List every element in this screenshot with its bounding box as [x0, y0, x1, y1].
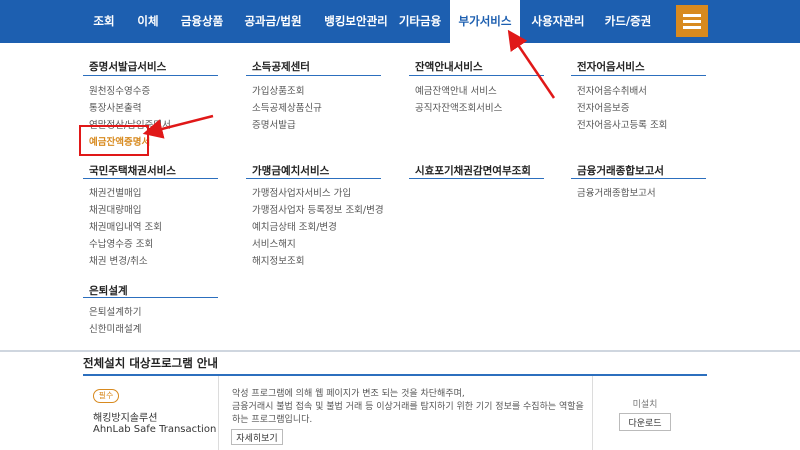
- menu-item-service-cancel[interactable]: 서비스해지: [252, 236, 296, 250]
- menu-heading-franchise-deposit: 가맹금예치서비스: [252, 165, 330, 177]
- menu-heading-underline: [409, 178, 544, 179]
- nav-item-transfer[interactable]: 이체: [128, 0, 168, 43]
- menu-heading-underline: [83, 297, 218, 298]
- nav-item-inquiry[interactable]: 조회: [84, 0, 124, 43]
- menu-item-financial-report[interactable]: 금융거래종합보고서: [577, 185, 656, 199]
- menu-item-bond-single-purchase[interactable]: 채권건별매입: [89, 185, 141, 199]
- program-description-line: 악성 프로그램에 의해 웹 페이지가 변조 되는 것을 차단해주며,: [232, 389, 465, 399]
- menu-item-withholding-receipt[interactable]: 원천징수영수증: [89, 83, 150, 97]
- menu-item-deposit-balance-notice[interactable]: 예금잔액안내 서비스: [415, 83, 497, 97]
- install-status: 미설치: [632, 400, 658, 410]
- table-column-divider: [592, 376, 593, 450]
- programs-section-title: 전체설치 대상프로그램 안내: [83, 356, 218, 370]
- menu-item-bond-change-cancel[interactable]: 채권 변경/취소: [89, 253, 148, 267]
- menu-heading-retirement-planning: 은퇴설계: [89, 285, 128, 297]
- details-button[interactable]: 자세히보기: [231, 429, 283, 445]
- menu-item-franchise-join[interactable]: 가맹점사업자서비스 가입: [252, 185, 351, 199]
- menu-heading-prescription-bond[interactable]: 시효포기채권감면여부조회: [415, 163, 531, 178]
- menu-heading-underline: [83, 178, 218, 179]
- table-column-divider: [218, 376, 219, 450]
- menu-heading-housing-bond: 국민주택채권서비스: [89, 165, 176, 177]
- menu-item-bond-bulk-purchase[interactable]: 채권대량매입: [89, 202, 141, 216]
- download-button[interactable]: 다운로드: [619, 413, 671, 431]
- nav-item-user-management[interactable]: 사용자관리: [526, 0, 590, 43]
- annotation-highlight-box: [79, 125, 149, 156]
- menu-heading-tax-deduction-center: 소득공제센터: [252, 61, 310, 73]
- program-name-english: AhnLab Safe Transaction: [93, 424, 217, 435]
- nav-item-utility-court[interactable]: 공과금/법원: [236, 0, 310, 43]
- menu-item-deduction-product-new[interactable]: 소득공제상품신규: [252, 100, 322, 114]
- menu-item-bill-guarantee[interactable]: 전자어음보증: [577, 100, 629, 114]
- programs-section-underline: [83, 374, 707, 376]
- program-description-line: 하는 프로그램입니다.: [232, 415, 313, 425]
- menu-heading-underline: [246, 75, 381, 76]
- required-badge: 필수: [93, 389, 119, 403]
- menu-heading-underline: [409, 75, 544, 76]
- menu-item-certificate-issuance[interactable]: 증명서발급: [252, 117, 296, 131]
- menu-heading-financial-report: 금융거래종합보고서: [577, 165, 664, 177]
- nav-item-financial-products[interactable]: 금융상품: [172, 0, 232, 43]
- menu-heading-underline: [246, 178, 381, 179]
- menu-heading-electronic-bill: 전자어음서비스: [577, 61, 645, 73]
- menu-heading-balance-notice: 잔액안내서비스: [415, 61, 483, 73]
- menu-heading-underline: [571, 75, 706, 76]
- menu-item-bill-accident-report[interactable]: 전자어음사고등록 조회: [577, 117, 667, 131]
- menu-item-enrolled-products[interactable]: 가입상품조회: [252, 83, 304, 97]
- nav-item-banking-security[interactable]: 뱅킹보안관리: [314, 0, 398, 43]
- menu-item-shinhan-future-plan[interactable]: 신한미래설계: [89, 321, 141, 335]
- menu-item-deposit-status[interactable]: 예치금상태 조회/변경: [252, 219, 337, 233]
- menu-item-bill-endorsement[interactable]: 전자어음수취배서: [577, 83, 647, 97]
- menu-item-public-official-balance[interactable]: 공직자잔액조회서비스: [415, 100, 502, 114]
- nav-item-card-securities[interactable]: 카드/증권: [598, 0, 658, 43]
- menu-heading-certificate-services: 증명서발급서비스: [89, 61, 167, 73]
- menu-item-receipt-inquiry[interactable]: 수납영수증 조회: [89, 236, 153, 250]
- nav-item-other-finance[interactable]: 기타금융: [394, 0, 446, 43]
- program-name: 해킹방지솔루션: [93, 413, 158, 424]
- menu-heading-underline: [83, 75, 218, 76]
- menu-item-passbook-copy[interactable]: 통장사본출력: [89, 100, 141, 114]
- menu-item-cancel-info[interactable]: 해지정보조회: [252, 253, 304, 267]
- program-description-line: 금융거래시 불법 접속 및 불법 거래 등 이상거래를 탐지하기 위한 기기 정…: [232, 402, 584, 412]
- menu-item-bond-purchase-history[interactable]: 채권매입내역 조회: [89, 219, 162, 233]
- hamburger-menu-icon[interactable]: [676, 5, 708, 37]
- menu-bottom-divider: [0, 350, 800, 352]
- menu-item-franchise-info[interactable]: 가맹점사업자 등록정보 조회/변경: [252, 202, 384, 216]
- menu-item-retirement-plan[interactable]: 은퇴설계하기: [89, 304, 141, 318]
- menu-heading-underline: [571, 178, 706, 179]
- top-navigation-bar: 조회 이체 금융상품 공과금/법원 뱅킹보안관리 기타금융 부가서비스 사용자관…: [0, 0, 800, 44]
- nav-item-additional-services[interactable]: 부가서비스: [450, 0, 520, 44]
